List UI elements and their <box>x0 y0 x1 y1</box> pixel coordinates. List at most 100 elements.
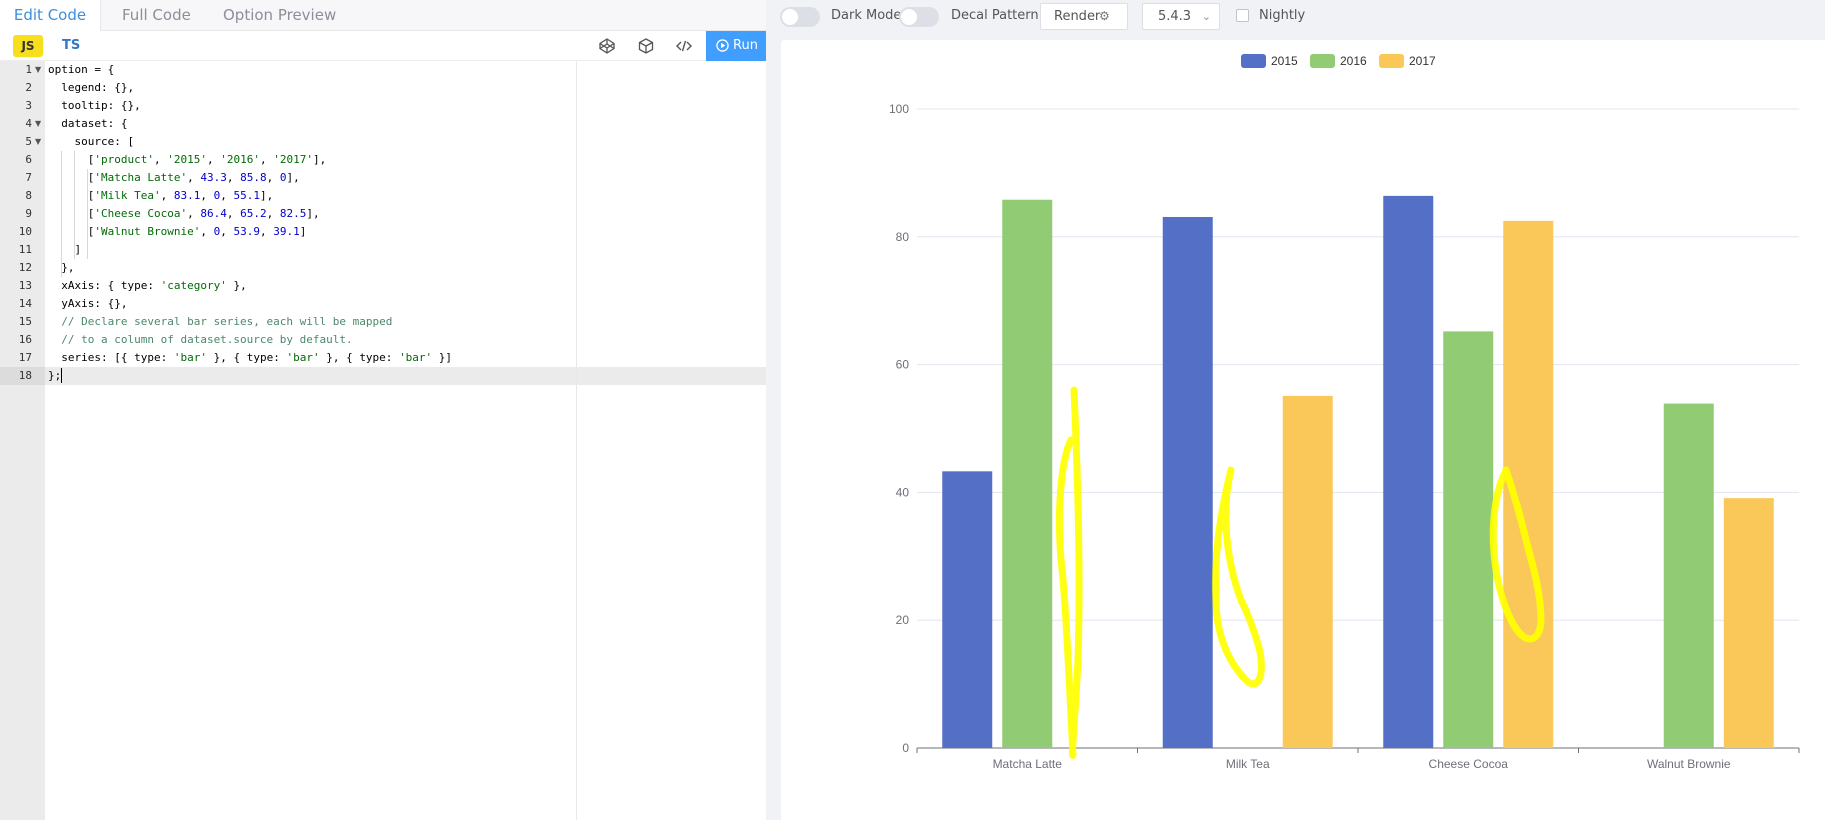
code-token: // to a column of dataset.source by defa… <box>48 333 353 346</box>
code-token: , <box>200 189 214 202</box>
code-line: ['Walnut Brownie', 0, 53.9, 39.1] <box>48 223 307 241</box>
code-token: 'category' <box>160 279 227 292</box>
preview-panel: Dark Mode Decal Pattern Render ⚙ 5.4.3 ⌄… <box>766 0 1825 820</box>
legend-swatch-2017 <box>1379 54 1404 68</box>
code-line: }; <box>48 367 61 385</box>
code-token: , <box>259 225 274 238</box>
line-number: 11 <box>18 243 32 256</box>
fold-arrow-icon[interactable]: ▼ <box>35 133 41 151</box>
code-token: , <box>266 171 280 184</box>
code-token: series: [{ type: <box>48 351 174 364</box>
code-token: , <box>259 153 274 166</box>
code-line: legend: {}, <box>48 79 134 97</box>
code-line: xAxis: { type: 'category' }, <box>48 277 246 295</box>
code-token: 'Cheese Cocoa' <box>94 207 188 220</box>
code-token: dataset: { <box>48 117 128 130</box>
bar-chart: 0 20 40 60 80 100 Matcha Latte Milk Tea Cheese C… <box>889 54 1800 771</box>
code-line: ['Milk Tea', 83.1, 0, 55.1], <box>48 187 273 205</box>
bar-2015-matcha-latte <box>942 471 993 748</box>
code-token: ], <box>259 189 274 202</box>
decal-pattern-toggle[interactable] <box>899 7 939 27</box>
legend-swatch-2015 <box>1241 54 1266 68</box>
editor-panel: Edit Code Full Code Option Preview JS TS <box>0 0 766 820</box>
codepen-icon[interactable] <box>598 37 616 55</box>
gear-icon: ⚙ <box>1099 9 1110 23</box>
legend-label-2017: 2017 <box>1409 54 1436 68</box>
chart-container: 0 20 40 60 80 100 Matcha Latte Milk Tea Cheese C… <box>781 40 1825 820</box>
code-editor[interactable]: 1 ▼ 2 3 4 ▼ 5 ▼ 6 7 8 9 10 11 12 13 14 15 16 17 18 option = {… <box>0 61 766 820</box>
code-token: '2015' <box>167 153 207 166</box>
y-tick-label: 0 <box>902 741 909 755</box>
line-number: 6 <box>25 153 32 166</box>
dark-mode-toggle[interactable] <box>780 7 820 27</box>
code-token: , <box>220 225 234 238</box>
code-token: , <box>200 225 214 238</box>
code-token: }; <box>48 369 62 382</box>
y-tick-label: 100 <box>889 102 909 116</box>
preview-toolbar: Dark Mode Decal Pattern Render ⚙ 5.4.3 ⌄… <box>766 0 1825 34</box>
run-button[interactable]: Run <box>706 31 766 61</box>
yellow-annotation-stroke <box>1055 386 1083 759</box>
code-token: 53.9 <box>233 225 260 238</box>
bar-2015-cheese-cocoa <box>1383 195 1434 749</box>
bar-2016-walnut-brownie <box>1663 403 1714 748</box>
line-number: 17 <box>18 351 32 364</box>
render-label: Render <box>1054 9 1101 24</box>
line-number: 1 <box>25 63 32 76</box>
fold-arrow-icon[interactable]: ▼ <box>35 61 41 79</box>
fold-arrow-icon[interactable]: ▼ <box>35 115 41 133</box>
line-number: 5 <box>25 135 32 148</box>
code-line: ['Matcha Latte', 43.3, 85.8, 0], <box>48 169 300 187</box>
active-line-highlight <box>45 367 766 385</box>
line-number: 7 <box>25 171 32 184</box>
lang-ts-button[interactable]: TS <box>62 35 80 57</box>
bar-2016-cheese-cocoa <box>1443 331 1494 748</box>
nightly-checkbox[interactable] <box>1236 9 1249 22</box>
code-token: }] <box>432 351 453 364</box>
code-token: }, <box>48 261 75 274</box>
code-token: '2017' <box>273 153 313 166</box>
code-token: tooltip: {}, <box>48 99 141 112</box>
code-token: 'bar' <box>173 351 207 364</box>
code-token: ], <box>306 207 320 220</box>
tab-edit-code[interactable]: Edit Code <box>0 0 101 31</box>
code-token: 82.5 <box>279 207 307 220</box>
line-number: 3 <box>25 99 32 112</box>
code-line: ] <box>48 241 81 259</box>
code-token: , <box>187 207 201 220</box>
code-token: , <box>220 189 234 202</box>
code-line: yAxis: {}, <box>48 295 127 313</box>
code-line: option = { <box>48 61 114 79</box>
language-bar: JS TS Run <box>0 31 766 61</box>
code-token: [ <box>48 207 95 220</box>
code-token: 86.4 <box>200 207 227 220</box>
line-number: 13 <box>18 279 32 292</box>
tab-option-preview[interactable]: Option Preview <box>223 0 336 31</box>
yellow-annotation-stroke <box>1212 466 1265 688</box>
code-token: , <box>206 153 221 166</box>
line-number: 10 <box>18 225 32 238</box>
x-tick-label: Cheese Cocoa <box>1429 757 1509 771</box>
code-token: 'Walnut Brownie' <box>94 225 201 238</box>
code-token: 43.3 <box>200 171 227 184</box>
version-select[interactable]: 5.4.3 ⌄ <box>1142 3 1220 30</box>
editor-tabs: Edit Code Full Code Option Preview <box>0 0 766 31</box>
code-token: , <box>226 207 241 220</box>
bar-2016-matcha-latte <box>1002 199 1053 748</box>
print-margin <box>576 61 577 820</box>
codesandbox-icon[interactable] <box>637 37 655 55</box>
bar-2017-milk-tea <box>1282 395 1333 748</box>
nightly-label: Nightly <box>1259 8 1306 23</box>
code-token: [ <box>48 225 95 238</box>
code-token: source: [ <box>48 135 135 148</box>
lang-js-button[interactable]: JS <box>13 35 43 57</box>
tab-full-code[interactable]: Full Code <box>122 0 191 31</box>
chevron-down-icon: ⌄ <box>1201 10 1211 23</box>
code-token: 'bar' <box>399 351 433 364</box>
render-select[interactable]: Render ⚙ <box>1040 3 1128 30</box>
code-token: yAxis: {}, <box>48 297 128 310</box>
code-token: ] <box>299 225 307 238</box>
embed-code-icon[interactable] <box>675 37 693 55</box>
x-tick-label: Matcha Latte <box>993 757 1063 771</box>
code-token: , <box>226 171 241 184</box>
